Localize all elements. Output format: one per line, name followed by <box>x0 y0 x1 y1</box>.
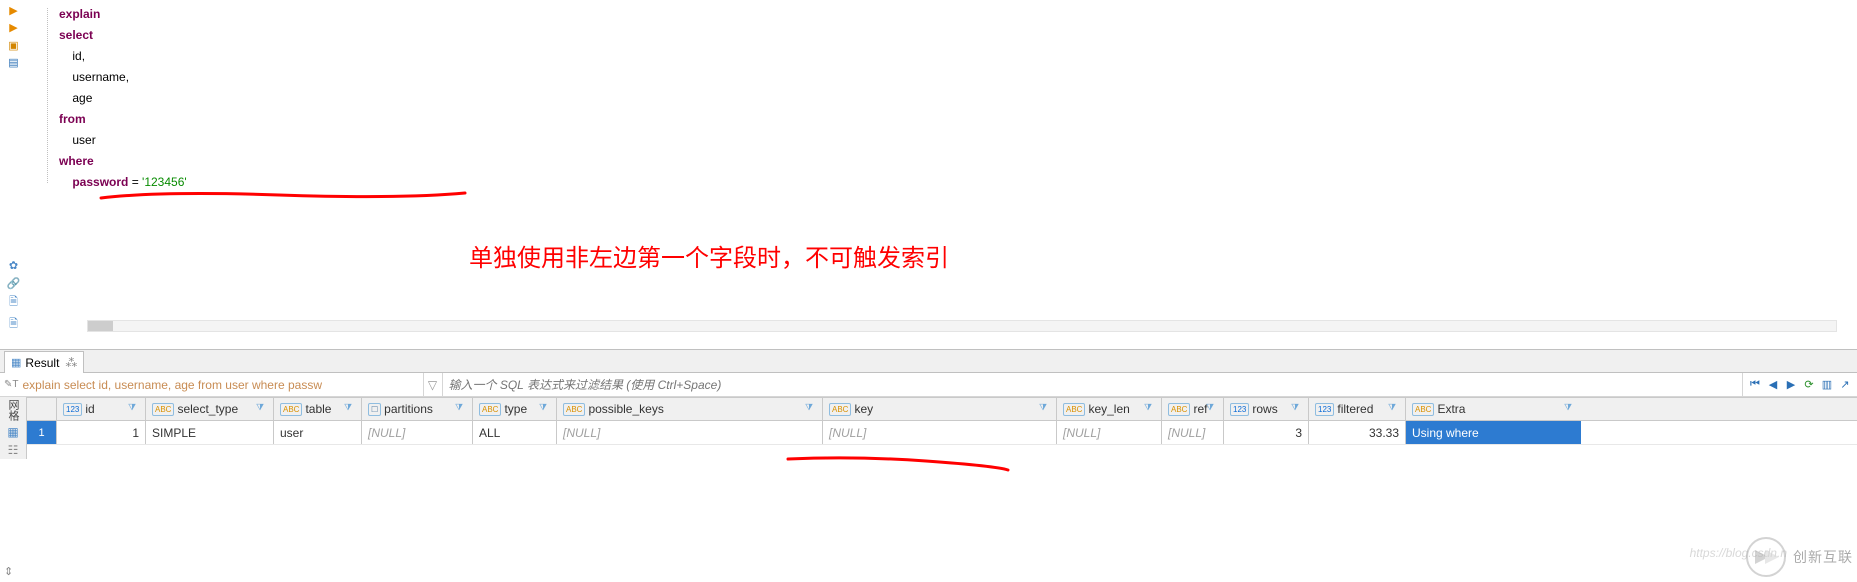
annotation-underline-2 <box>786 453 1016 475</box>
result-tabbar: ▦ Result ⁂ <box>0 349 1857 373</box>
filter-icon-col[interactable]: ⧩ <box>1291 402 1305 416</box>
cell-filtered[interactable]: 33.33 <box>1309 421 1406 444</box>
col-ref[interactable]: ABCref⧩ <box>1162 398 1224 420</box>
filter-input[interactable] <box>443 373 1743 396</box>
grid-mode-label: 网格 <box>0 397 26 423</box>
col-table[interactable]: ABCtable⧩ <box>274 398 362 420</box>
cell-id[interactable]: 1 <box>57 421 146 444</box>
filter-icon-col[interactable]: ⧩ <box>1564 402 1578 416</box>
col-filtered[interactable]: 123filtered⧩ <box>1309 398 1406 420</box>
filter-icon-col[interactable]: ⧩ <box>256 402 270 416</box>
query-preview[interactable]: ✎T explain select id, username, age from… <box>0 373 423 396</box>
editor-scrollbar[interactable] <box>87 320 1837 332</box>
refresh-icon[interactable]: ⟳ <box>1801 377 1817 393</box>
cell-type[interactable]: ALL <box>473 421 557 444</box>
grid-icon: ▦ <box>11 356 21 369</box>
cell-key[interactable]: [NULL] <box>823 421 1057 444</box>
tab-result-label: Result <box>25 356 59 370</box>
editor-gutter: ▶ ▶ ▣ ▤ ✿ 🔗 🗎 🗎 <box>0 0 27 334</box>
col-partitions[interactable]: ☐partitions⧩ <box>362 398 473 420</box>
col-rows[interactable]: 123rows⧩ <box>1224 398 1309 420</box>
filter-icon-col[interactable]: ⧩ <box>805 402 819 416</box>
commit-icon[interactable]: ▤ <box>5 56 23 69</box>
next-page-icon[interactable]: ▶ <box>1783 377 1799 393</box>
doc-new-icon[interactable]: 🗎 <box>5 294 23 312</box>
filter-icon-col[interactable]: ⧩ <box>1144 402 1158 416</box>
table-row[interactable]: 1 1 SIMPLE user [NULL] ALL [NULL] [NULL]… <box>27 421 1857 445</box>
explain-icon[interactable]: ▣ <box>5 39 23 52</box>
filter-icon-col[interactable]: ⧩ <box>455 402 469 416</box>
col-possible_keys[interactable]: ABCpossible_keys⧩ <box>557 398 823 420</box>
cell-rows[interactable]: 3 <box>1224 421 1309 444</box>
cell-select_type[interactable]: SIMPLE <box>146 421 274 444</box>
filter-icon[interactable]: ▽ <box>423 373 443 396</box>
result-grid-wrap: 网格 ▦ ☷ 123id⧩ ABCselect_type⧩ ABCtable⧩ … <box>0 397 1857 459</box>
brand-text: 创新互联 <box>1793 547 1853 567</box>
grid-mode-tabs: 网格 ▦ ☷ <box>0 397 27 459</box>
col-Extra[interactable]: ABCExtra⧩ <box>1406 398 1581 420</box>
col-type[interactable]: ABCtype⧩ <box>473 398 557 420</box>
tab-result[interactable]: ▦ Result ⁂ <box>4 351 84 373</box>
doc-icon[interactable]: 🗎 <box>5 316 23 334</box>
col-key[interactable]: ABCkey⧩ <box>823 398 1057 420</box>
filter-icon-col[interactable]: ⧩ <box>128 402 142 416</box>
sql-editor[interactable]: explainselect id, username, agefrom user… <box>27 0 1857 334</box>
grid-mode-grid-icon[interactable]: ▦ <box>0 423 26 441</box>
rownum-header[interactable] <box>27 398 57 420</box>
export-icon[interactable]: ↗ <box>1837 377 1853 393</box>
close-icon[interactable]: ⁂ <box>65 356 77 370</box>
scrollbar-thumb[interactable] <box>88 321 113 331</box>
rownum-cell[interactable]: 1 <box>27 421 57 444</box>
result-grid[interactable]: 123id⧩ ABCselect_type⧩ ABCtable⧩ ☐partit… <box>27 397 1857 459</box>
sql-icon: ✎T <box>4 379 19 390</box>
filter-icon-col[interactable]: ⧩ <box>1039 402 1053 416</box>
link-icon[interactable]: 🔗 <box>5 277 23 290</box>
col-id[interactable]: 123id⧩ <box>57 398 146 420</box>
grid-header-row: 123id⧩ ABCselect_type⧩ ABCtable⧩ ☐partit… <box>27 397 1857 421</box>
query-preview-text: explain select id, username, age from us… <box>19 378 419 392</box>
annotation-text: 单独使用非左边第一个字段时，不可触发索引 <box>469 238 949 273</box>
grid-mode-text-icon[interactable]: ☷ <box>0 441 26 459</box>
cell-possible_keys[interactable]: [NULL] <box>557 421 823 444</box>
prev-page-icon[interactable]: ◀ <box>1765 377 1781 393</box>
run-icon[interactable]: ▶ <box>5 4 23 17</box>
cell-key_len[interactable]: [NULL] <box>1057 421 1162 444</box>
annotation-underline-1 <box>99 188 469 202</box>
cell-partitions[interactable]: [NULL] <box>362 421 473 444</box>
filter-bar: ✎T explain select id, username, age from… <box>0 373 1857 397</box>
brand-watermark: 创新互联 <box>1745 536 1853 578</box>
first-page-icon[interactable]: ⏮ <box>1747 377 1763 393</box>
result-nav: ⏮ ◀ ▶ ⟳ ▥ ↗ <box>1742 373 1857 396</box>
config-icon[interactable]: ▥ <box>1819 377 1835 393</box>
cell-table[interactable]: user <box>274 421 362 444</box>
filter-icon-col[interactable]: ⧩ <box>1206 402 1220 416</box>
filter-icon-col[interactable]: ⧩ <box>1388 402 1402 416</box>
cell-Extra[interactable]: Using where <box>1406 421 1581 444</box>
code-text: explainselect id, username, agefrom user… <box>27 0 1857 193</box>
filter-icon-col[interactable]: ⧩ <box>344 402 358 416</box>
run-step-icon[interactable]: ▶ <box>5 21 23 34</box>
col-key_len[interactable]: ABCkey_len⧩ <box>1057 398 1162 420</box>
filter-icon-col[interactable]: ⧩ <box>539 402 553 416</box>
cell-ref[interactable]: [NULL] <box>1162 421 1224 444</box>
gear-icon[interactable]: ✿ <box>5 259 23 272</box>
col-select_type[interactable]: ABCselect_type⧩ <box>146 398 274 420</box>
record-nav-icon[interactable]: ⇕ <box>4 565 13 578</box>
